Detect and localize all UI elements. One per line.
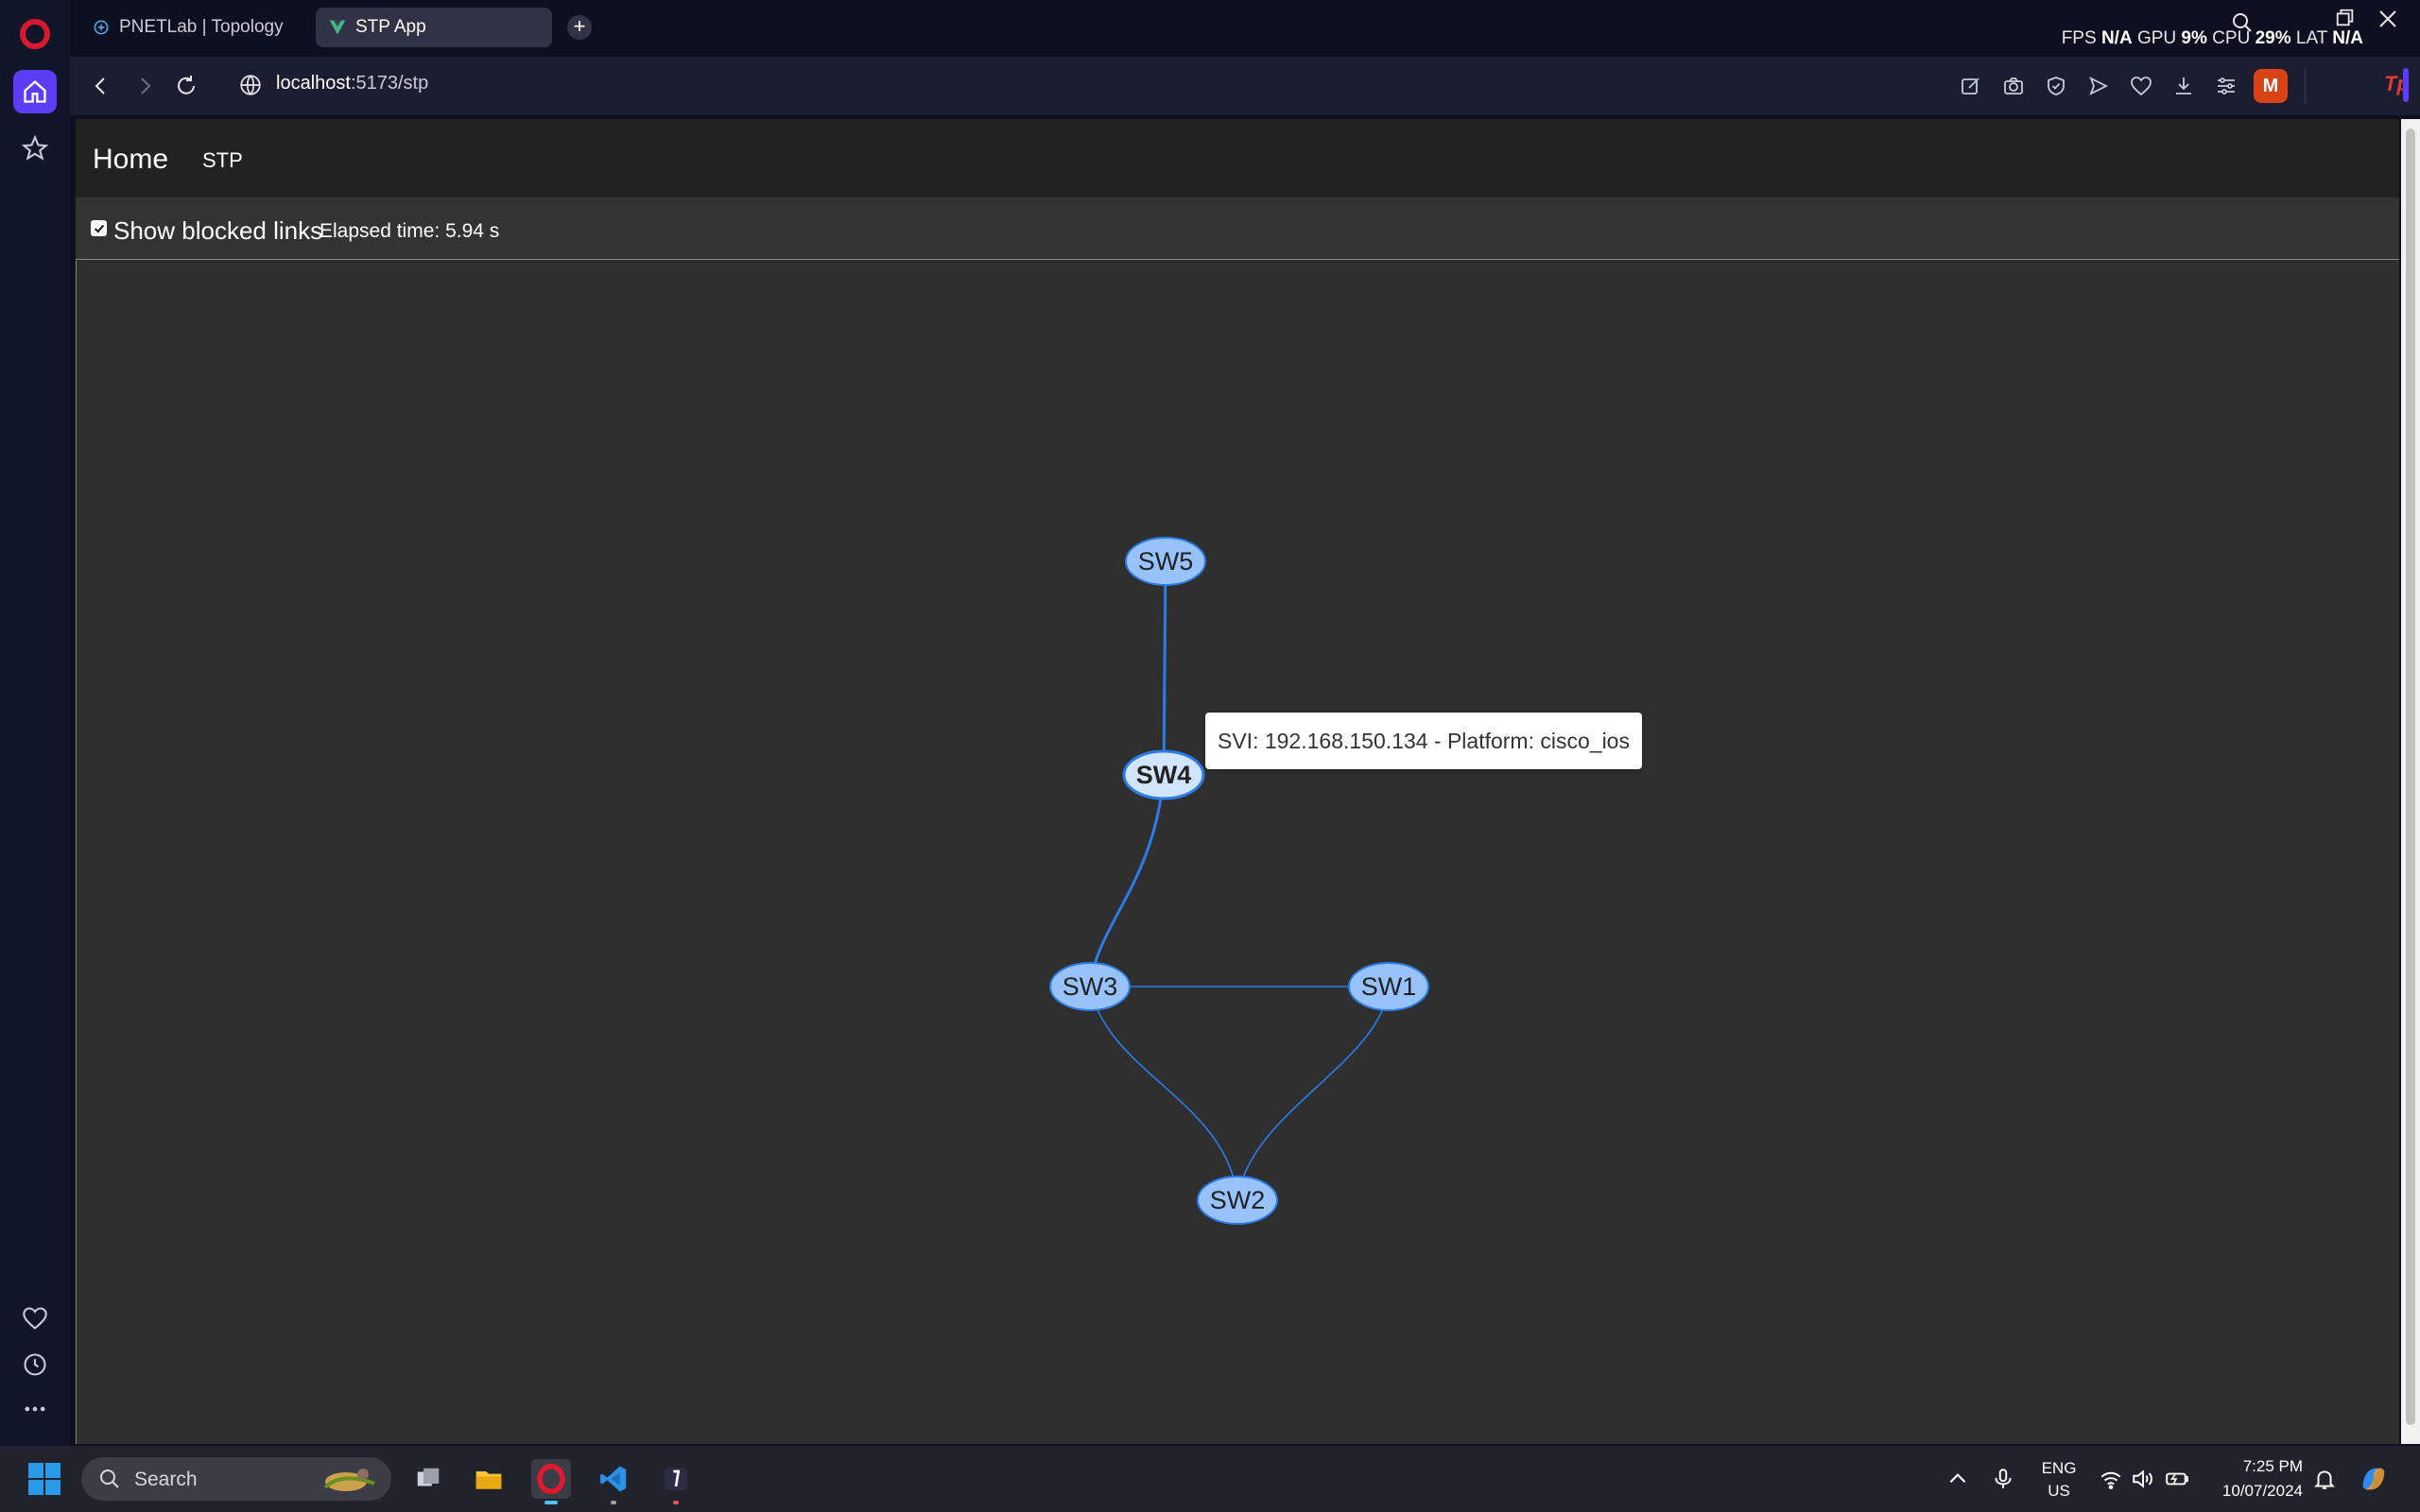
gpu-value: 9% (2181, 28, 2207, 48)
history-clock-icon[interactable] (13, 1343, 57, 1386)
address-field[interactable]: localhost:5173/stp (276, 73, 428, 94)
tab-title: PNETLab | Topology (119, 17, 284, 37)
link-sw5-sw4[interactable] (1162, 560, 1167, 776)
taskbar-clock[interactable]: 7:25 PM 10/07/2024 (2203, 1457, 2303, 1501)
notification-bell-icon[interactable] (2312, 1467, 2337, 1491)
back-arrow-icon[interactable] (87, 72, 115, 100)
microphone-icon[interactable] (1991, 1467, 2015, 1491)
opera-taskbar-icon[interactable] (531, 1459, 571, 1504)
show-blocked-checkbox[interactable] (91, 220, 107, 236)
lang-top: ENG (2041, 1459, 2077, 1477)
camera-snapshot-icon[interactable] (1999, 72, 2028, 100)
tab-title: STP App (355, 17, 426, 37)
link-sw1-sw2[interactable] (1236, 986, 1390, 1201)
pnetlab-favicon-icon (91, 17, 112, 38)
sidebar-accent (2403, 68, 2409, 102)
node-sw1[interactable]: SW1 (1348, 962, 1429, 1011)
gpu-label: GPU (2136, 28, 2177, 48)
node-sw2[interactable]: SW2 (1197, 1176, 1278, 1225)
node-label: SW2 (1210, 1186, 1266, 1214)
running-indicator (611, 1501, 616, 1504)
running-indicator (673, 1501, 679, 1504)
pinboard-star-icon[interactable] (13, 127, 57, 170)
clock-time: 7:25 PM (2242, 1457, 2303, 1475)
copilot-icon[interactable] (2358, 1463, 2390, 1495)
navbar-brand-home[interactable]: Home (93, 144, 168, 176)
search-highlight-icon (323, 1469, 375, 1491)
node-label: SW4 (1136, 761, 1192, 789)
vscode-icon[interactable] (594, 1459, 633, 1504)
address-toolbar: localhost:5173/stp M Tp (70, 57, 2420, 115)
battery-icon[interactable] (2165, 1467, 2189, 1491)
page-viewport: Home STP Show blocked links Elapsed time… (76, 119, 2399, 1444)
lat-label: LAT (2295, 28, 2327, 48)
topology-canvas[interactable]: SW5 SW4 SW3 SW1 SW2 SVI: 192.168.150.134 - P… (76, 261, 2399, 1444)
heart-icon[interactable] (13, 1297, 57, 1340)
heart-icon[interactable] (2127, 72, 2155, 100)
node-sw5[interactable]: SW5 (1125, 537, 1206, 586)
opera-logo-icon[interactable] (20, 19, 50, 49)
clock-date: 10/07/2024 (2221, 1482, 2303, 1500)
new-tab-button[interactable]: + (567, 15, 592, 40)
easy-setup-icon[interactable] (2212, 72, 2240, 100)
volume-icon[interactable] (2131, 1467, 2155, 1491)
controls-bar: Show blocked links Elapsed time: 5.94 s (76, 198, 2399, 260)
tab-search-icon[interactable] (2231, 11, 2254, 41)
profile-avatar[interactable]: M (2254, 69, 2288, 103)
tab-stp-app[interactable]: STP App (316, 8, 552, 47)
vue-favicon-icon (327, 17, 348, 38)
toolbar-divider (2305, 68, 2306, 104)
fps-value: N/A (2100, 28, 2133, 48)
windows-start-icon[interactable] (28, 1463, 60, 1495)
nav-link-stp[interactable]: STP (202, 148, 243, 173)
page-scrollbar[interactable] (2401, 119, 2420, 1444)
reload-icon[interactable] (172, 72, 200, 100)
link-sw3-sw2[interactable] (1089, 986, 1238, 1201)
edit-note-icon[interactable] (1957, 72, 1985, 100)
search-icon (100, 1469, 119, 1488)
restore-window-icon[interactable] (2335, 8, 2356, 35)
scrollbar-thumb[interactable] (2406, 129, 2415, 1425)
topology-graph[interactable]: SW5 SW4 SW3 SW1 SW2 (77, 261, 2400, 1444)
url-path: :5173/stp (350, 73, 429, 94)
file-explorer-icon[interactable] (469, 1459, 509, 1499)
show-blocked-label[interactable]: Show blocked links (113, 216, 322, 246)
taskbar-search[interactable]: Search (81, 1457, 391, 1501)
site-info-globe-icon[interactable] (238, 73, 263, 97)
close-window-icon[interactable] (2377, 8, 2399, 37)
node-label: SW3 (1063, 972, 1118, 1001)
lang-bottom: US (2048, 1482, 2070, 1500)
node-tooltip: SVI: 192.168.150.134 - Platform: cisco_i… (1205, 713, 1642, 769)
more-dots-icon[interactable] (13, 1387, 57, 1431)
node-label: SW1 (1361, 972, 1417, 1001)
link-sw4-sw3[interactable] (1088, 774, 1166, 988)
search-label: Search (134, 1469, 198, 1490)
fps-label: FPS (2061, 28, 2097, 48)
node-label: SW5 (1138, 547, 1194, 576)
elapsed-time: Elapsed time: 5.94 s (320, 220, 500, 242)
task-view-icon[interactable] (408, 1459, 448, 1499)
active-indicator (544, 1501, 558, 1504)
url-host: localhost (276, 73, 351, 94)
performance-overlay: FPS N/A GPU 9% CPU 29% LAT N/A (2062, 28, 2363, 49)
windows-taskbar: Search ENG US 7:25 PM 10/07/2024 (0, 1446, 2420, 1512)
node-sw4[interactable]: SW4 (1122, 749, 1205, 800)
download-icon[interactable] (2169, 72, 2198, 100)
wifi-icon[interactable] (2099, 1467, 2123, 1491)
browser-sidebar (0, 0, 70, 1446)
tab-strip: PNETLab | Topology STP App + FPS N/A GPU… (70, 0, 2420, 57)
node-sw3[interactable]: SW3 (1049, 962, 1131, 1011)
tray-chevron-up-icon[interactable] (1945, 1467, 1970, 1491)
home-icon[interactable] (13, 70, 57, 113)
game-app-icon[interactable] (656, 1459, 696, 1504)
tab-pnetlab[interactable]: PNETLab | Topology (79, 8, 297, 47)
shield-icon[interactable] (2042, 72, 2070, 100)
forward-arrow-icon[interactable] (130, 72, 159, 100)
language-indicator[interactable]: ENG US (2040, 1459, 2078, 1501)
app-navbar: Home STP (76, 119, 2399, 198)
send-icon[interactable] (2084, 72, 2113, 100)
cpu-value: 29% (2255, 28, 2291, 48)
